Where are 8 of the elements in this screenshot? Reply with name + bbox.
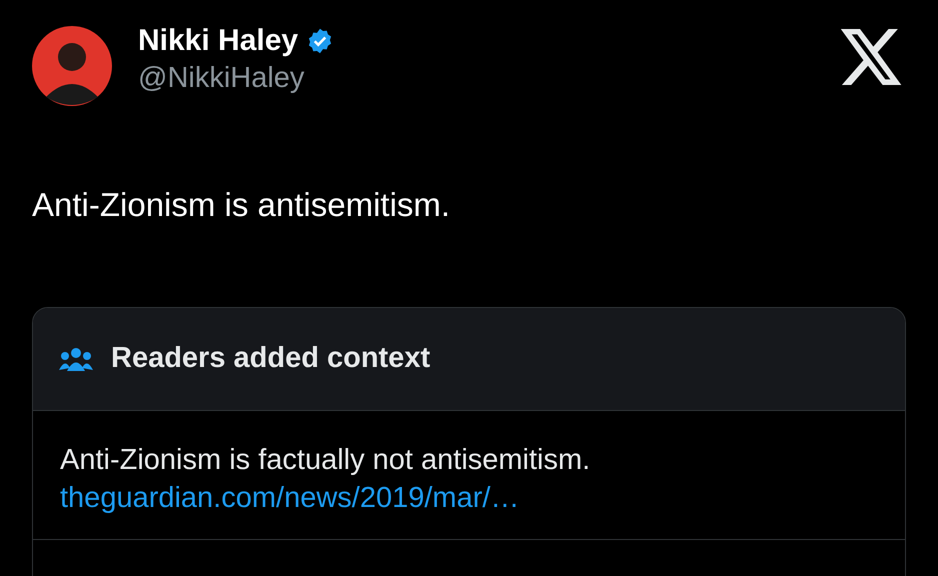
context-text: Anti-Zionism is factually not antisemitism. [60,443,592,478]
author-name[interactable]: Nikki Haley [138,22,298,60]
source-link[interactable]: theguardian.com/news/2019/mar/… [60,479,905,517]
x-logo-icon [840,29,904,85]
post-text: Anti-Zionism is antisemitism. [31,185,452,225]
context-title: Readers added context [111,341,430,376]
author-handle[interactable]: @NikkiHaley [138,60,334,96]
people-icon [59,346,93,372]
